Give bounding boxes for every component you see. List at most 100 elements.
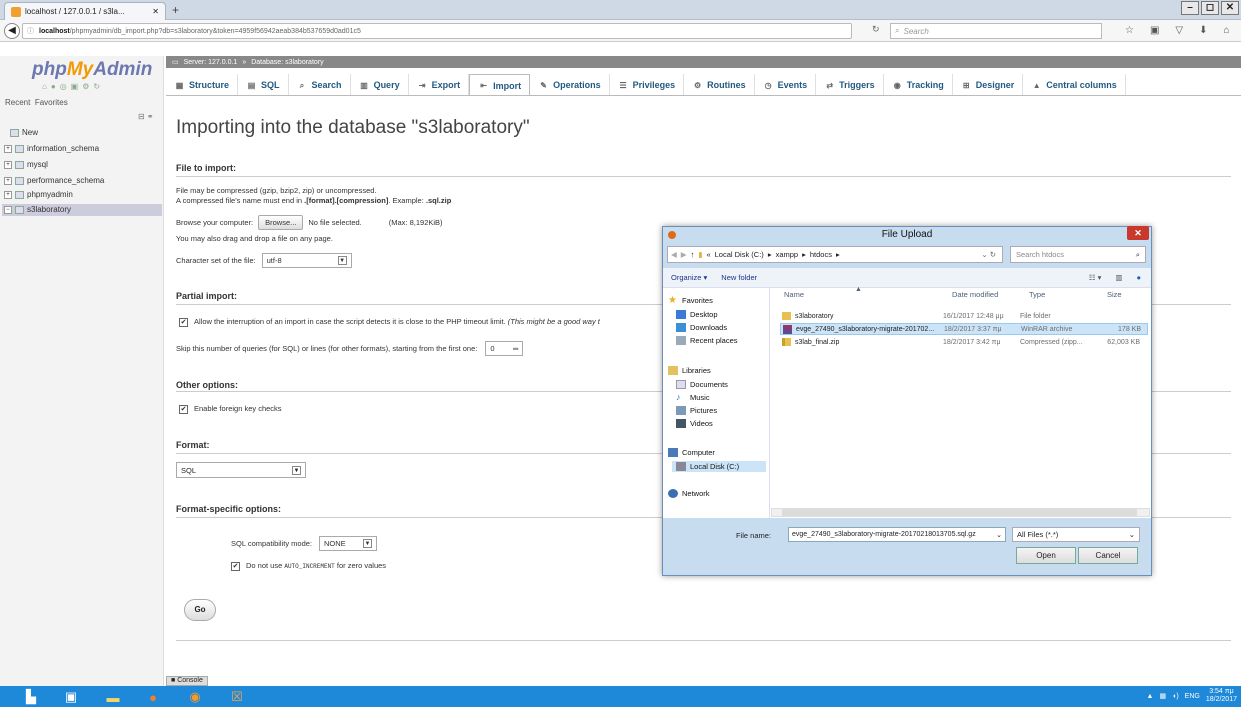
file-row[interactable]: s3laboratory 16/1/2017 12:48 μμ File fol… xyxy=(780,310,1148,322)
tab-tracking[interactable]: ◉ Tracking xyxy=(884,74,953,96)
logout-icon[interactable]: ● xyxy=(51,82,56,91)
tree-performance-schema[interactable]: + performance_schema xyxy=(4,176,104,185)
dialog-search-input[interactable]: Search htdocs ⌕ xyxy=(1010,246,1146,263)
new-tab-button[interactable]: + xyxy=(172,3,179,17)
url-bar[interactable]: ⓘ localhost/phpmyadmin/db_import.php?db=… xyxy=(22,23,852,39)
pocket-icon[interactable]: ▽ xyxy=(1175,25,1183,36)
reading-list-icon[interactable]: ▣ xyxy=(1150,25,1159,36)
firefox-icon[interactable]: ● xyxy=(140,688,166,706)
browser-tab[interactable]: localhost / 127.0.0.1 / s3la... ✕ xyxy=(4,2,166,20)
tab-routines[interactable]: ⚙ Routines xyxy=(684,74,755,96)
column-name[interactable]: Name xyxy=(784,290,804,299)
nav-recent[interactable]: Recent places xyxy=(676,336,738,345)
tab-close-icon[interactable]: ✕ xyxy=(152,7,159,16)
tab-import[interactable]: ⇤ Import xyxy=(469,74,531,96)
nav-music[interactable]: ♪ Music xyxy=(676,393,710,403)
help-icon[interactable]: ● xyxy=(1136,273,1141,282)
expand-icon[interactable]: + xyxy=(4,190,12,199)
scrollbar-thumb[interactable] xyxy=(782,509,1137,516)
tab-events[interactable]: ◷ Events xyxy=(755,74,817,96)
column-date[interactable]: Date modified xyxy=(952,290,998,299)
cancel-button[interactable]: Cancel xyxy=(1078,547,1138,564)
expand-icon[interactable]: + xyxy=(4,160,12,169)
format-select[interactable]: SQL ▼ xyxy=(176,462,306,478)
nav-localdisk[interactable]: Local Disk (C:) xyxy=(672,461,766,472)
tab-designer[interactable]: ⊞ Designer xyxy=(953,74,1024,96)
browser-search-input[interactable]: ⌕ Search xyxy=(890,23,1102,39)
reload-nav-icon[interactable]: ↻ xyxy=(93,82,100,91)
file-row-selected[interactable]: evge_27490_s3laboratory-migrate-201702..… xyxy=(780,323,1148,335)
open-button[interactable]: Open xyxy=(1016,547,1076,564)
volume-icon[interactable]: ◖) xyxy=(1172,693,1179,700)
clock[interactable]: 3:54 πμ 18/2/2017 xyxy=(1206,688,1237,704)
file-row[interactable]: s3lab_final.zip 18/2/2017 3:42 πμ Compre… xyxy=(780,336,1148,348)
nav-network[interactable]: Network xyxy=(668,489,710,498)
go-button[interactable]: Go xyxy=(184,599,216,621)
powershell-icon[interactable]: ▣ xyxy=(58,688,84,706)
nav-libraries[interactable]: Libraries xyxy=(668,366,711,375)
home-icon[interactable]: ⌂ xyxy=(42,82,47,91)
chrome-icon[interactable]: ◉ xyxy=(182,688,208,706)
column-size[interactable]: Size xyxy=(1107,290,1122,299)
expand-icon[interactable]: + xyxy=(4,144,12,153)
home-icon[interactable]: ⌂ xyxy=(1224,25,1230,36)
language-indicator[interactable]: ENG xyxy=(1185,693,1200,700)
filename-input[interactable]: evge_27490_s3laboratory-migrate-20170218… xyxy=(788,527,1006,542)
tree-phpmyadmin[interactable]: + phpmyadmin xyxy=(4,190,73,199)
path-dropdown-refresh-icon[interactable]: ⌄ ↻ xyxy=(981,250,996,259)
dialog-close-button[interactable]: ✕ xyxy=(1127,226,1149,240)
nav-favorites[interactable]: ★ Favorites xyxy=(668,296,713,306)
phpmyadmin-logo[interactable]: phpMyAdmin xyxy=(32,59,152,81)
compat-select[interactable]: NONE ▼ xyxy=(319,536,378,551)
bookmark-star-icon[interactable]: ☆ xyxy=(1125,25,1134,36)
nav-videos[interactable]: Videos xyxy=(676,419,713,428)
nav-pictures[interactable]: Pictures xyxy=(676,406,717,415)
new-folder-button[interactable]: New folder xyxy=(721,273,757,282)
auto-increment-checkbox[interactable]: ✔ xyxy=(231,562,240,571)
organize-button[interactable]: Organize ▾ xyxy=(671,273,707,282)
download-icon[interactable]: ⬇ xyxy=(1199,25,1207,36)
collapse-all-icon[interactable]: ⊟ ⚭ xyxy=(138,112,154,121)
tab-triggers[interactable]: ⇄ Triggers xyxy=(816,74,884,96)
up-arrow-icon[interactable]: ↑ xyxy=(691,250,695,259)
path-segment-xampp[interactable]: xampp xyxy=(776,250,799,259)
tab-sql[interactable]: ▤ SQL xyxy=(238,74,289,96)
sql-docs-icon[interactable]: ▣ xyxy=(71,82,79,91)
foreign-key-checkbox[interactable]: ✔ xyxy=(179,405,188,414)
expand-icon[interactable]: − xyxy=(4,205,12,214)
tree-mysql[interactable]: + mysql xyxy=(4,160,48,169)
reload-icon[interactable]: ↻ xyxy=(872,24,880,35)
tray-arrow-icon[interactable]: ▲ xyxy=(1147,693,1154,700)
tree-information-schema[interactable]: + information_schema xyxy=(4,144,99,153)
filetype-select[interactable]: All Files (*.*) ⌄ xyxy=(1012,527,1140,542)
column-type[interactable]: Type xyxy=(1029,290,1045,299)
tree-s3laboratory[interactable]: − s3laboratory xyxy=(4,205,71,214)
nav-downloads[interactable]: Downloads xyxy=(676,323,727,332)
expand-icon[interactable]: + xyxy=(4,176,12,185)
preview-pane-icon[interactable]: ▥ xyxy=(1115,273,1122,282)
charset-select[interactable]: utf-8 ▼ xyxy=(261,253,352,268)
back-arrow-icon[interactable]: ◀ xyxy=(4,23,20,39)
server-manager-icon[interactable]: ▙ xyxy=(18,688,44,706)
favorites-tab[interactable]: Favorites xyxy=(35,98,68,107)
console-toggle[interactable]: ■ Console xyxy=(166,676,208,686)
chevron-down-icon[interactable]: ⌄ xyxy=(996,531,1002,539)
tab-operations[interactable]: ✎ Operations xyxy=(530,74,610,96)
tab-central-columns[interactable]: ▲ Central columns xyxy=(1023,74,1126,96)
path-segment-htdocs[interactable]: htdocs xyxy=(810,250,832,259)
dialog-path-bar[interactable]: ◀ ▶ ↑ ▮ « Local Disk (C:) ▸ xampp ▸ htdo… xyxy=(667,246,1003,263)
settings-icon[interactable]: ⚙ xyxy=(82,82,89,91)
docs-icon[interactable]: ◎ xyxy=(60,82,67,91)
view-mode-icon[interactable]: ☷ ▾ xyxy=(1089,273,1102,282)
close-window-button[interactable]: ✕ xyxy=(1221,1,1239,15)
nav-desktop[interactable]: Desktop xyxy=(676,310,718,319)
minimize-button[interactable]: – xyxy=(1181,1,1199,15)
nav-documents[interactable]: Documents xyxy=(676,380,728,389)
recent-tab[interactable]: Recent xyxy=(5,98,30,107)
maximize-button[interactable]: ◻ xyxy=(1201,1,1219,15)
tab-query[interactable]: ▥ Query xyxy=(351,74,409,96)
forward-arrow-icon[interactable]: ▶ xyxy=(681,250,687,259)
back-arrow-icon[interactable]: ◀ xyxy=(671,250,677,259)
breadcrumb-server[interactable]: Server: 127.0.0.1 xyxy=(184,59,238,66)
tab-export[interactable]: ⇥ Export xyxy=(409,74,470,96)
